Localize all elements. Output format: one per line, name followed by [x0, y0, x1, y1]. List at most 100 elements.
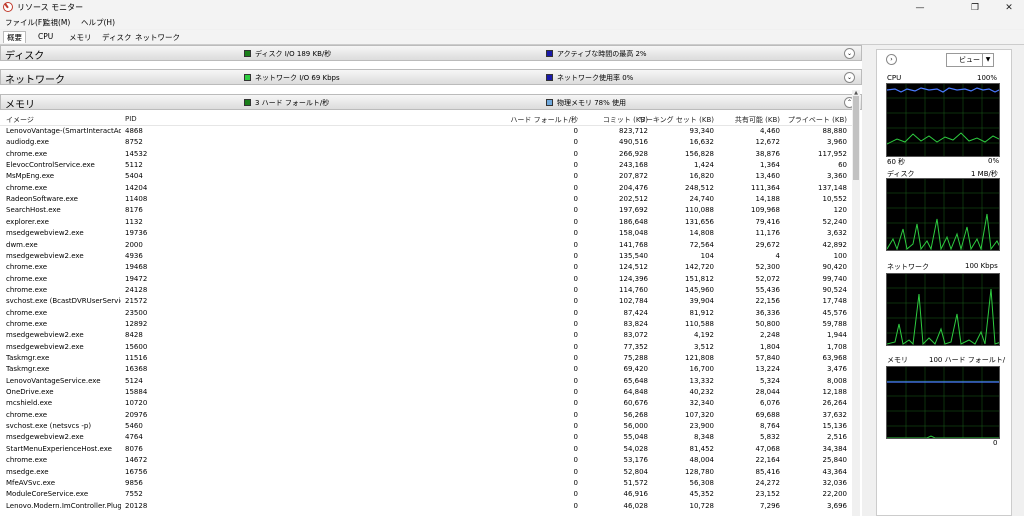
table-cell: 72,564 — [689, 240, 715, 249]
table-cell: 0 — [573, 354, 578, 362]
collapse-graph-pane-chevron-icon[interactable]: › — [886, 54, 897, 65]
table-row[interactable]: chrome.exe 14204 0 204,476 248,512 111,364 137… — [0, 183, 852, 194]
table-row[interactable]: SearchHost.exe 8176 0 197,692 110,088 109,968… — [0, 205, 852, 216]
vertical-scrollbar[interactable]: ▲ — [852, 90, 860, 516]
table-cell: 5124 — [125, 376, 143, 385]
table-cell: 5460 — [125, 422, 143, 431]
table-cell: 0 — [573, 490, 578, 499]
memory-section-header[interactable]: メモリ 3 ハード フォールト/秒 物理メモリ 78% 使用 ⌃ — [0, 94, 862, 111]
table-cell: RadeonSoftware.exe — [6, 195, 78, 204]
table-row[interactable]: dwm.exe 2000 0 141,768 72,564 29,672 42,892 — [0, 240, 852, 251]
disk-expand-chevron-icon[interactable]: ⌄ — [844, 48, 855, 59]
disk-io-stat: ディスク I/O 189 KB/秒 — [255, 50, 332, 58]
table-row[interactable]: chrome.exe 14532 0 266,928 156,828 38,876 117,… — [0, 149, 852, 160]
disk-io-swatch — [244, 50, 251, 57]
table-row[interactable]: svchost.exe (BcastDVRUserService) 21572 0 1… — [0, 296, 852, 307]
scroll-thumb[interactable] — [853, 96, 859, 180]
table-cell: 14204 — [125, 183, 148, 192]
table-row[interactable]: StartMenuExperienceHost.exe 8076 0 54,028 81… — [0, 444, 852, 455]
table-row[interactable]: mcshield.exe 10720 0 60,676 32,340 6,076 26,26… — [0, 398, 852, 409]
table-cell: svchost.exe (netsvcs -p) — [6, 422, 92, 431]
cpu-graph-max: 100% — [977, 74, 998, 82]
table-cell: 52,240 — [822, 217, 848, 226]
menu-bar: ファイル(F) 監視(M) ヘルプ(H) — [0, 16, 1024, 29]
table-cell: Lenovo.Modern.ImController.Plugi... — [6, 501, 121, 510]
table-cell: 104 — [700, 251, 714, 260]
tab-memory[interactable]: メモリ — [69, 32, 92, 43]
network-io-swatch — [244, 74, 251, 81]
disk-section-header[interactable]: ディスク ディスク I/O 189 KB/秒 アクティブな時間の最高 2% ⌄ — [0, 45, 862, 62]
network-expand-chevron-icon[interactable]: ⌄ — [844, 72, 855, 83]
table-row[interactable]: ElevocControlService.exe 5112 0 243,168 1,42… — [0, 160, 852, 171]
table-row[interactable]: explorer.exe 1132 0 186,648 131,656 79,416 52,… — [0, 217, 852, 228]
table-cell: chrome.exe — [6, 274, 48, 283]
table-row[interactable]: chrome.exe 14672 0 53,176 48,004 22,164 25,840 — [0, 455, 852, 466]
table-row[interactable]: chrome.exe 23500 0 87,424 81,912 36,336 45,576 — [0, 308, 852, 319]
menu-file[interactable]: ファイル(F) — [5, 17, 45, 28]
table-row[interactable]: Taskmgr.exe 11516 0 75,288 121,808 57,840 63,9… — [0, 353, 852, 364]
col-image[interactable]: イメージ — [6, 115, 34, 125]
table-cell: 0 — [573, 217, 578, 226]
table-row[interactable]: svchost.exe (netsvcs -p) 5460 0 56,000 23,90… — [0, 421, 852, 432]
close-button[interactable]: ✕ — [994, 0, 1024, 16]
network-graph-label: ネットワーク — [887, 263, 929, 271]
table-cell: 13,332 — [689, 376, 715, 385]
table-row[interactable]: chrome.exe 20976 0 56,268 107,320 69,688 37,63… — [0, 410, 852, 421]
menu-help[interactable]: ヘルプ(H) — [81, 17, 115, 28]
table-cell: mcshield.exe — [6, 399, 53, 408]
cpu-graph-time: 60 秒 — [887, 158, 906, 166]
table-row[interactable]: audiodg.exe 8752 0 490,516 16,632 12,672 3,960 — [0, 137, 852, 148]
network-graph-max: 100 Kbps — [965, 262, 998, 270]
table-row[interactable]: chrome.exe 24128 0 114,760 145,960 55,436 90,5… — [0, 285, 852, 296]
table-row[interactable]: LenovoVantage-(SmartInteractAddi... 4868 0… — [0, 126, 852, 137]
table-row[interactable]: ModuleCoreService.exe 7552 0 46,916 45,352 23… — [0, 489, 852, 500]
col-hard-faults[interactable]: ハード フォールト/秒 — [480, 115, 578, 125]
tab-disk[interactable]: ディスク — [102, 32, 131, 43]
table-cell: 0 — [573, 229, 578, 238]
col-pid[interactable]: PID — [125, 115, 137, 123]
table-row[interactable]: msedgewebview2.exe 4764 0 55,048 8,348 5,832 2… — [0, 432, 852, 443]
table-row[interactable]: chrome.exe 19472 0 124,396 151,812 52,072 99,7… — [0, 274, 852, 285]
table-row[interactable]: chrome.exe 12892 0 83,824 110,588 50,800 59,78… — [0, 319, 852, 330]
table-cell: 0 — [573, 240, 578, 249]
table-cell: 0 — [573, 206, 578, 215]
table-cell: 32,036 — [822, 478, 848, 487]
table-cell: 40,232 — [689, 388, 715, 397]
network-section-header[interactable]: ネットワーク ネットワーク I/O 69 Kbps ネットワーク使用率 0% ⌄ — [0, 69, 862, 86]
table-cell: 90,420 — [822, 263, 848, 272]
table-row[interactable]: RadeonSoftware.exe 11408 0 202,512 24,740 14,… — [0, 194, 852, 205]
menu-monitor[interactable]: 監視(M) — [43, 17, 70, 28]
table-row[interactable]: chrome.exe 19468 0 124,512 142,720 52,300 90,4… — [0, 262, 852, 273]
minimize-button[interactable]: — — [905, 0, 935, 16]
maximize-button[interactable]: ❐ — [960, 0, 990, 16]
table-cell: 42,892 — [822, 240, 848, 249]
table-cell: 121,808 — [685, 354, 714, 362]
table-row[interactable]: LenovoVantageService.exe 5124 0 65,648 13,33… — [0, 376, 852, 387]
table-row[interactable]: Taskmgr.exe 16368 0 69,420 16,700 13,224 3,476 — [0, 364, 852, 375]
table-row[interactable]: Lenovo.Modern.ImController.Plugi... 20128… — [0, 501, 852, 512]
table-cell: 3,476 — [826, 365, 847, 374]
table-row[interactable]: msedgewebview2.exe 15600 0 77,352 3,512 1,804… — [0, 342, 852, 353]
col-working-set[interactable]: ワーキング セット (KB) — [630, 115, 714, 125]
disk-section-title: ディスク — [5, 51, 45, 62]
table-cell: 128,780 — [685, 467, 714, 476]
tab-network[interactable]: ネットワーク — [135, 32, 180, 43]
table-cell: 23500 — [125, 308, 148, 317]
table-cell: 13,460 — [755, 172, 781, 181]
tab-overview[interactable]: 概要 — [3, 31, 26, 43]
table-row[interactable]: msedgewebview2.exe 19736 0 158,048 14,808 11,… — [0, 228, 852, 239]
table-row[interactable]: msedgewebview2.exe 4936 0 135,540 104 4 100 — [0, 251, 852, 262]
col-private[interactable]: プライベート (KB) — [780, 115, 847, 125]
table-cell: 8752 — [125, 138, 143, 147]
table-row[interactable]: MfeAVSvc.exe 9856 0 51,572 56,308 24,272 32,03… — [0, 478, 852, 489]
col-shareable[interactable]: 共有可能 (KB) — [715, 115, 780, 125]
table-row[interactable]: MsMpEng.exe 5404 0 207,872 16,820 13,460 3,360 — [0, 171, 852, 182]
table-cell: 0 — [573, 365, 578, 374]
table-row[interactable]: msedgewebview2.exe 8428 0 83,072 4,192 2,248 1… — [0, 330, 852, 341]
table-row[interactable]: OneDrive.exe 15884 0 64,848 40,232 28,044 12,1… — [0, 387, 852, 398]
table-row[interactable]: msedge.exe 16756 0 52,804 128,780 85,416 43,36… — [0, 467, 852, 478]
tab-cpu[interactable]: CPU — [38, 32, 53, 41]
view-dropdown[interactable]: ビュー ▼ — [946, 53, 994, 67]
table-cell: 79,416 — [755, 217, 781, 226]
table-cell: 26,264 — [822, 399, 848, 408]
